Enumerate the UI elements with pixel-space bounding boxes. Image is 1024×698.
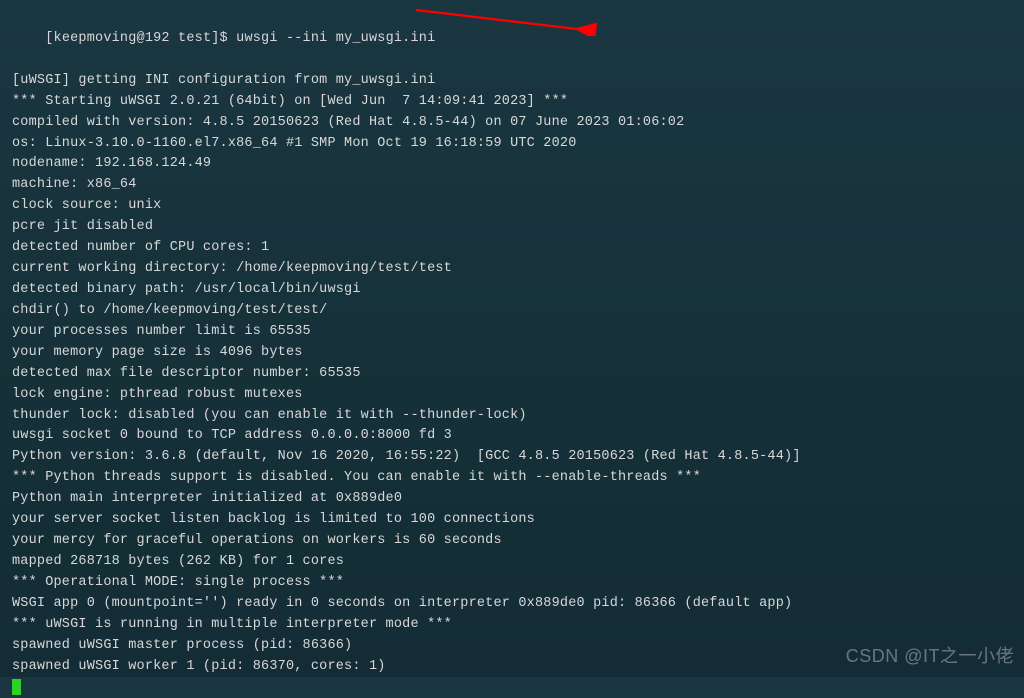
output-line: uwsgi socket 0 bound to TCP address 0.0.… (12, 426, 1012, 447)
output-line: your server socket listen backlog is lim… (12, 510, 1012, 531)
output-line: mapped 268718 bytes (262 KB) for 1 cores (12, 552, 1012, 573)
output-line: compiled with version: 4.8.5 20150623 (R… (12, 113, 1012, 134)
output-line: clock source: unix (12, 196, 1012, 217)
cursor-icon (12, 679, 21, 695)
output-line: *** Python threads support is disabled. … (12, 468, 1012, 489)
output-line: current working directory: /home/keepmov… (12, 259, 1012, 280)
output-line: Python version: 3.6.8 (default, Nov 16 2… (12, 447, 1012, 468)
output-line: your memory page size is 4096 bytes (12, 343, 1012, 364)
output-line: machine: x86_64 (12, 175, 1012, 196)
output-line: *** Operational MODE: single process *** (12, 573, 1012, 594)
output-line: your mercy for graceful operations on wo… (12, 531, 1012, 552)
output-line: lock engine: pthread robust mutexes (12, 385, 1012, 406)
output-line: detected number of CPU cores: 1 (12, 238, 1012, 259)
output-line: WSGI app 0 (mountpoint='') ready in 0 se… (12, 594, 1012, 615)
output-line: nodename: 192.168.124.49 (12, 154, 1012, 175)
output-line: *** uWSGI is running in multiple interpr… (12, 615, 1012, 636)
watermark-text: CSDN @IT之一小佬 (846, 643, 1014, 671)
prompt-line: [keepmoving@192 test]$ uwsgi --ini my_uw… (12, 8, 1012, 71)
output-line: thunder lock: disabled (you can enable i… (12, 406, 1012, 427)
output-line: pcre jit disabled (12, 217, 1012, 238)
terminal-output[interactable]: [keepmoving@192 test]$ uwsgi --ini my_uw… (12, 8, 1012, 698)
cursor-line (12, 678, 1012, 698)
output-line: *** Starting uWSGI 2.0.21 (64bit) on [We… (12, 92, 1012, 113)
output-line: os: Linux-3.10.0-1160.el7.x86_64 #1 SMP … (12, 134, 1012, 155)
output-line: [uWSGI] getting INI configuration from m… (12, 71, 1012, 92)
output-line: your processes number limit is 65535 (12, 322, 1012, 343)
output-line: Python main interpreter initialized at 0… (12, 489, 1012, 510)
prompt-text: [keepmoving@192 test]$ uwsgi --ini my_uw… (45, 31, 435, 46)
output-line: chdir() to /home/keepmoving/test/test/ (12, 301, 1012, 322)
output-line: detected max file descriptor number: 655… (12, 364, 1012, 385)
output-line: detected binary path: /usr/local/bin/uws… (12, 280, 1012, 301)
